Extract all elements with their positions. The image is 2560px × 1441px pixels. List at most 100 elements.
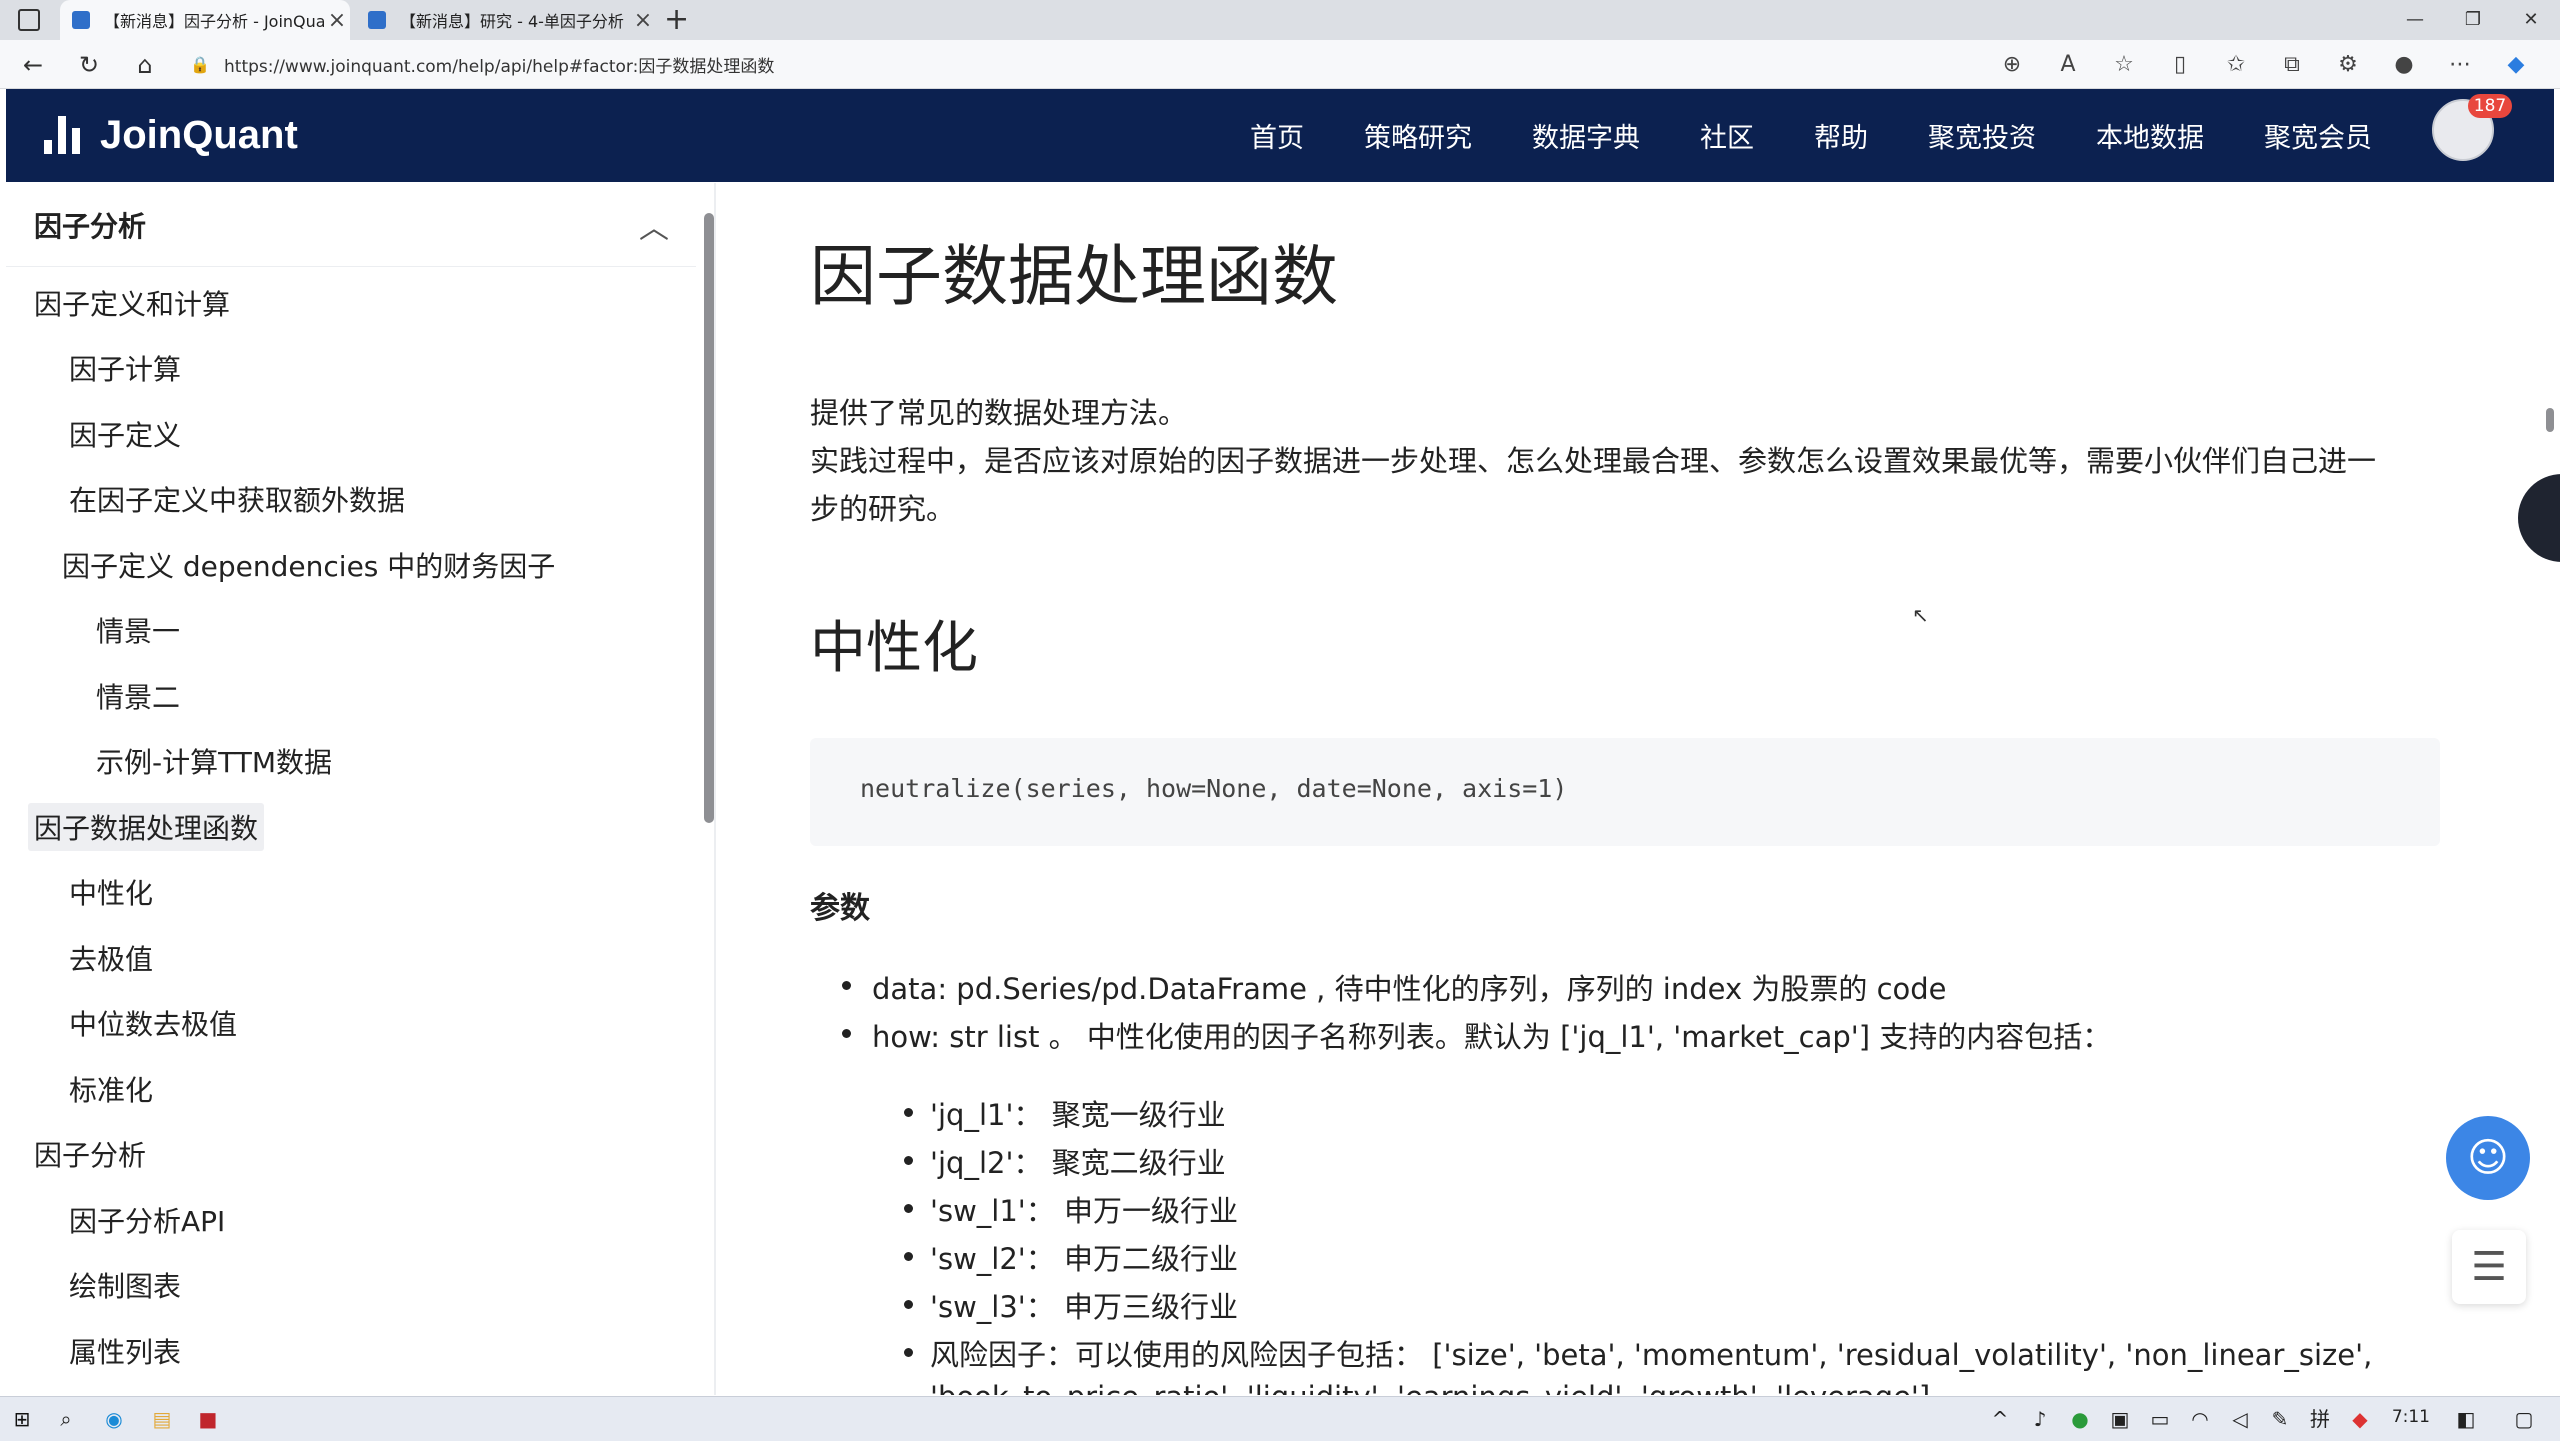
table-of-contents-icon[interactable]: ☰ bbox=[2452, 1230, 2526, 1304]
tray-app-icon[interactable]: ◆ bbox=[2346, 1405, 2374, 1433]
main-scroll-thumb[interactable] bbox=[2546, 408, 2554, 432]
bullet bbox=[904, 1348, 913, 1357]
sidebar-item[interactable]: 绘制图表 bbox=[69, 1265, 181, 1305]
option-item-continued: 'book_to_price_ratio', 'liquidity', 'ear… bbox=[930, 1380, 1930, 1395]
sidebar-scroll-thumb[interactable] bbox=[704, 213, 714, 823]
param-item: data: pd.Series/pd.DataFrame , 待中性化的序列，序… bbox=[872, 972, 1947, 1006]
taskbar: ⊞ ⌕ ◉ ▤ ■ ^ ♪ ● ▣ ▭ ◠ ◁ ✎ 拼 ◆ 7:11 ◧ ▢ bbox=[0, 1396, 2560, 1441]
minimize-icon[interactable]: — bbox=[2386, 0, 2444, 40]
bullet bbox=[842, 981, 851, 990]
collapse-chevron-icon[interactable]: ︿ bbox=[634, 203, 674, 246]
url-text: https://www.joinquant.com/help/api/help#… bbox=[224, 56, 775, 77]
nav-joinquant-invest[interactable]: 聚宽投资 bbox=[1928, 116, 2036, 155]
code-signature: neutralize(series, how=None, date=None, … bbox=[860, 774, 1568, 803]
sidebar-item[interactable]: 示例-计算TTM数据 bbox=[96, 741, 332, 781]
sidebar-item[interactable]: 属性列表 bbox=[69, 1331, 181, 1371]
widgets-icon[interactable]: ◧ bbox=[2452, 1405, 2480, 1433]
windows-start-icon[interactable]: ⊞ bbox=[8, 1405, 36, 1433]
sidebar-item[interactable]: 情景一 bbox=[96, 610, 180, 650]
pen-icon[interactable]: ✎ bbox=[2266, 1405, 2294, 1433]
new-tab-button[interactable]: + bbox=[664, 2, 689, 37]
browser-tab-active[interactable]: 【新消息】因子分析 - JoinQuant × bbox=[60, 0, 350, 40]
sidebar-item[interactable]: 中性化 bbox=[69, 872, 153, 912]
sidebar-item[interactable]: 去极值 bbox=[69, 938, 153, 978]
sidebar-item[interactable]: 中位数去极值 bbox=[69, 1003, 237, 1043]
clock[interactable]: 7:11 bbox=[2392, 1407, 2430, 1427]
sidebar-item[interactable]: 因子分析 bbox=[34, 1134, 146, 1174]
sidebar-scrollbar[interactable] bbox=[700, 193, 714, 1393]
sidebar-item[interactable]: 在因子定义中获取额外数据 bbox=[69, 479, 405, 519]
intro-text: 实践过程中，是否应该对原始的因子数据进一步处理、怎么处理最合理、参数怎么设置效果… bbox=[810, 444, 2377, 478]
notifications-icon[interactable]: ▢ bbox=[2510, 1405, 2538, 1433]
more-icon[interactable]: ⋯ bbox=[2432, 52, 2488, 77]
favorite-star-icon[interactable]: ☆ bbox=[2096, 52, 2152, 77]
bullet bbox=[904, 1204, 913, 1213]
nav-community[interactable]: 社区 bbox=[1700, 116, 1754, 155]
sidebar-item[interactable]: 情景二 bbox=[96, 676, 180, 716]
logo-text: JoinQuant bbox=[100, 112, 298, 157]
joinquant-favicon-icon bbox=[368, 11, 386, 29]
profile-icon[interactable]: ● bbox=[2376, 52, 2432, 77]
nav-data-dictionary[interactable]: 数据字典 bbox=[1532, 116, 1640, 155]
nav-membership[interactable]: 聚宽会员 bbox=[2264, 116, 2372, 155]
battery-icon[interactable]: ▭ bbox=[2146, 1405, 2174, 1433]
sidebar-item[interactable]: 因子定义 bbox=[69, 414, 181, 454]
nav-strategy-research[interactable]: 策略研究 bbox=[1364, 116, 1472, 155]
app-icon[interactable]: ■ bbox=[194, 1405, 222, 1433]
main-scrollbar[interactable] bbox=[2540, 183, 2560, 1395]
close-tab-icon[interactable]: × bbox=[630, 8, 656, 33]
sidebar-item[interactable]: 因子定义 dependencies 中的财务因子 bbox=[62, 545, 555, 585]
code-block[interactable]: neutralize(series, how=None, date=None, … bbox=[810, 738, 2440, 846]
bullet bbox=[904, 1252, 913, 1261]
tab-title: 【新消息】因子分析 - JoinQuant bbox=[104, 12, 324, 31]
joinquant-logo[interactable]: JoinQuant bbox=[44, 109, 298, 161]
collections-icon[interactable]: ⧉ bbox=[2264, 52, 2320, 77]
extensions-icon[interactable]: ⚙ bbox=[2320, 52, 2376, 77]
customer-support-icon[interactable]: ☺ bbox=[2446, 1116, 2530, 1200]
browser-tab[interactable]: 【新消息】研究 - 4-单因子分析 × bbox=[356, 0, 656, 40]
refresh-icon[interactable]: ↻ bbox=[74, 50, 104, 80]
option-item: 风险因子：可以使用的风险因子包括： ['size', 'beta', 'mome… bbox=[930, 1338, 2373, 1372]
top-navigation: 首页 策略研究 数据字典 社区 帮助 聚宽投资 本地数据 聚宽会员 bbox=[1250, 89, 2432, 182]
nav-help[interactable]: 帮助 bbox=[1814, 116, 1868, 155]
sidebar-item[interactable]: 标准化 bbox=[69, 1069, 153, 1109]
close-window-icon[interactable]: ✕ bbox=[2502, 0, 2560, 40]
nav-local-data[interactable]: 本地数据 bbox=[2096, 116, 2204, 155]
bullet bbox=[904, 1156, 913, 1165]
maximize-icon[interactable]: ❐ bbox=[2444, 0, 2502, 40]
intro-text: 提供了常见的数据处理方法。 bbox=[810, 396, 1188, 430]
browser-toolbar-icons: ⊕ A ☆ ▯ ✩ ⧉ ⚙ ● ⋯ ◆ bbox=[1984, 40, 2544, 88]
sidebar-header[interactable]: 因子分析 ︿ bbox=[6, 183, 696, 267]
wifi-icon[interactable]: ◠ bbox=[2186, 1405, 2214, 1433]
back-icon[interactable]: ← bbox=[18, 50, 48, 80]
volume-icon[interactable]: ◁ bbox=[2226, 1405, 2254, 1433]
split-screen-icon[interactable]: ▯ bbox=[2152, 52, 2208, 77]
tray-app-icon[interactable]: ▣ bbox=[2106, 1405, 2134, 1433]
close-tab-icon[interactable]: × bbox=[324, 8, 350, 33]
home-icon[interactable]: ⌂ bbox=[130, 50, 160, 80]
sidebar: 因子分析 ︿ 因子定义和计算 因子计算 因子定义 在因子定义中获取额外数据 因子… bbox=[6, 183, 714, 1395]
file-explorer-icon[interactable]: ▤ bbox=[148, 1405, 176, 1433]
browser-tab-bar: 【新消息】因子分析 - JoinQuant × 【新消息】研究 - 4-单因子分… bbox=[0, 0, 2560, 40]
input-method-icon[interactable]: 拼 bbox=[2306, 1405, 2334, 1433]
sidebar-item[interactable]: 因子定义和计算 bbox=[34, 283, 230, 323]
search-icon[interactable]: ⌕ bbox=[52, 1405, 80, 1433]
main-content: 因子数据处理函数 提供了常见的数据处理方法。 实践过程中，是否应该对原始的因子数… bbox=[716, 183, 2536, 1395]
zoom-icon[interactable]: ⊕ bbox=[1984, 52, 2040, 77]
sidebar-item[interactable]: 因子分析API bbox=[69, 1200, 225, 1240]
logo-bars-icon bbox=[44, 116, 86, 154]
intro-text: 步的研究。 bbox=[810, 492, 956, 526]
url-field[interactable]: 🔒 https://www.joinquant.com/help/api/hel… bbox=[190, 46, 2090, 82]
show-hidden-icons-icon[interactable]: ^ bbox=[1986, 1405, 2014, 1433]
sidebar-item[interactable]: 因子计算 bbox=[69, 348, 181, 388]
tab-actions-icon[interactable] bbox=[18, 9, 40, 31]
sidebar-item-selected[interactable]: 因子数据处理函数 bbox=[28, 803, 265, 851]
nav-home[interactable]: 首页 bbox=[1250, 116, 1304, 155]
option-item: 'sw_l2'： 申万二级行业 bbox=[930, 1242, 1238, 1276]
copilot-icon[interactable]: ◆ bbox=[2488, 52, 2544, 77]
edge-icon[interactable]: ◉ bbox=[100, 1405, 128, 1433]
microphone-icon[interactable]: ♪ bbox=[2026, 1405, 2054, 1433]
read-aloud-icon[interactable]: A bbox=[2040, 52, 2096, 77]
tray-app-icon[interactable]: ● bbox=[2066, 1405, 2094, 1433]
favorites-icon[interactable]: ✩ bbox=[2208, 52, 2264, 77]
